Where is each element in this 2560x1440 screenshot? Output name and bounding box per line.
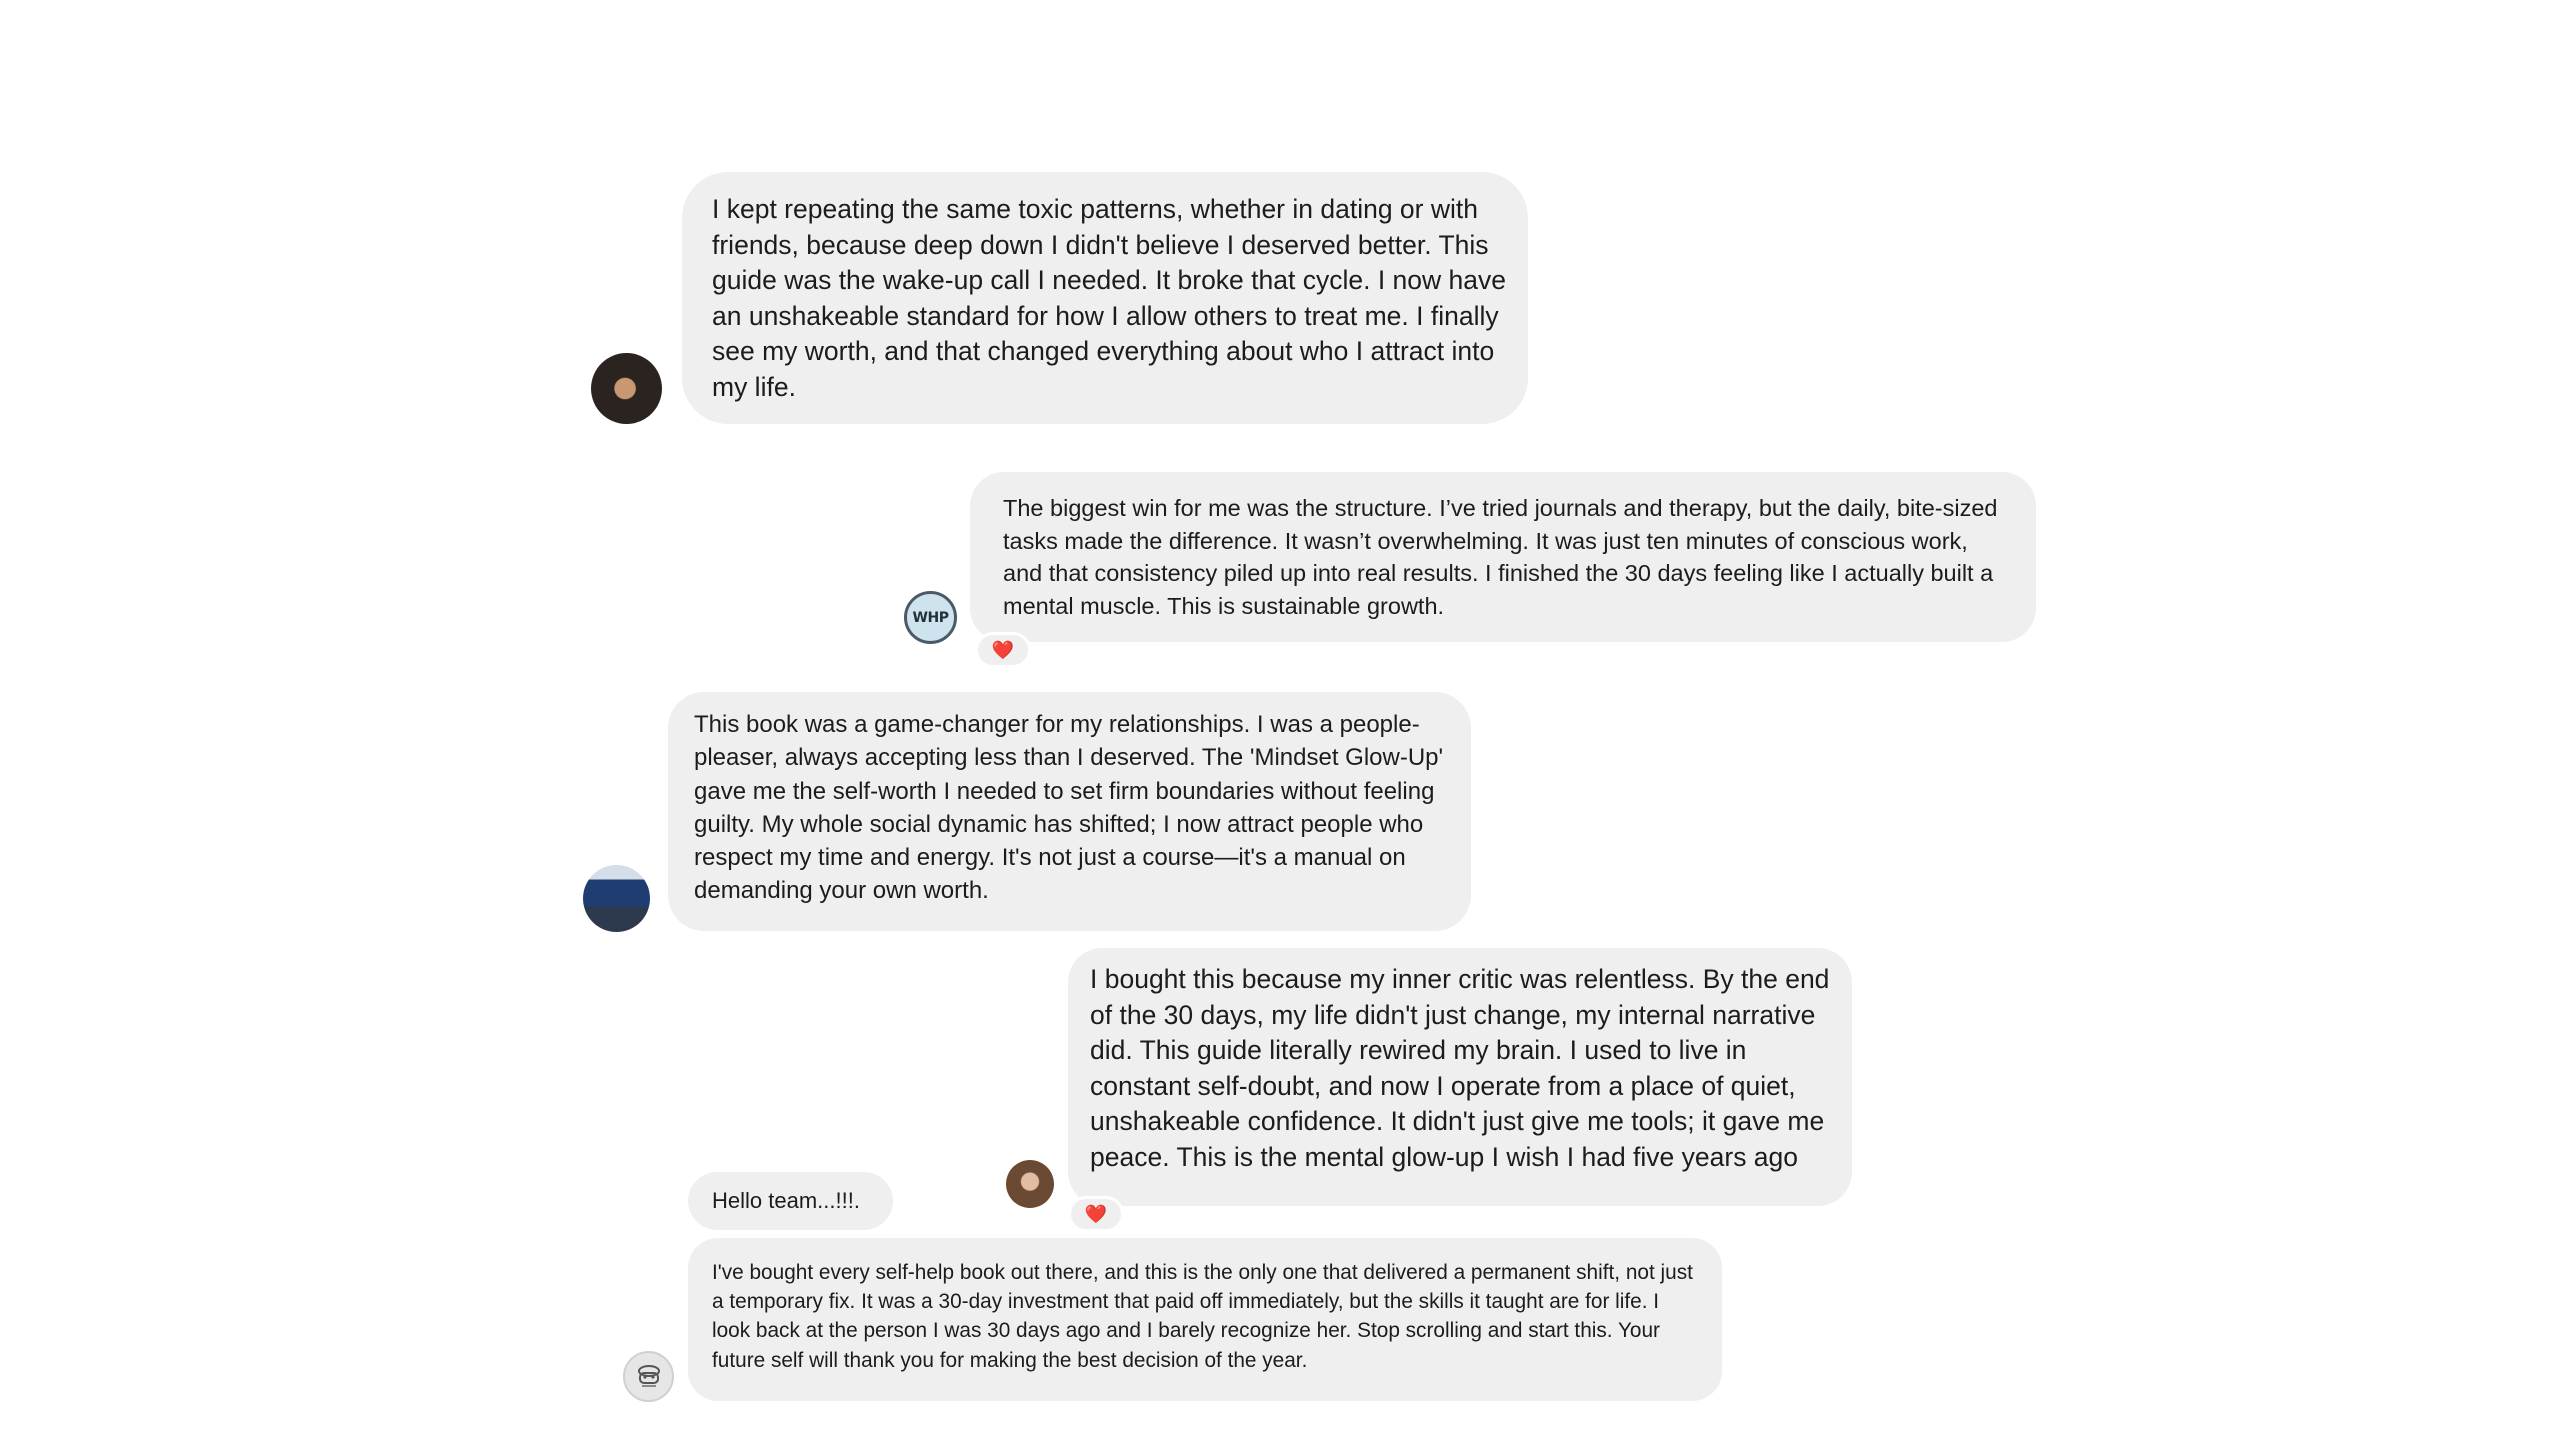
avatar[interactable] — [623, 1351, 674, 1402]
reaction-badge[interactable]: ❤️ — [1068, 1196, 1124, 1232]
message-text: Hello team...!!!. — [712, 1188, 860, 1213]
message-bubble[interactable]: I bought this because my inner critic wa… — [1068, 948, 1852, 1206]
heart-icon: ❤️ — [1084, 1203, 1108, 1224]
message-text: This book was a game-changer for my rela… — [694, 711, 1444, 905]
message-bubble[interactable]: This book was a game-changer for my rela… — [668, 692, 1471, 931]
reaction-badge[interactable]: ❤️ — [975, 632, 1031, 668]
message-bubble[interactable]: I've bought every self-help book out the… — [688, 1238, 1722, 1401]
message-text: I bought this because my inner critic wa… — [1090, 964, 1830, 1172]
avatar[interactable]: WHP — [904, 591, 957, 644]
message-text: The biggest win for me was the structure… — [1003, 495, 1998, 619]
message-text: I've bought every self-help book out the… — [712, 1261, 1693, 1372]
avatar-monogram: WHP — [912, 609, 949, 626]
message-bubble[interactable]: The biggest win for me was the structure… — [970, 472, 2036, 642]
avatar[interactable] — [591, 353, 662, 424]
message-bubble[interactable]: Hello team...!!!. — [688, 1172, 893, 1230]
heart-icon: ❤️ — [991, 639, 1015, 660]
avatar[interactable] — [583, 865, 650, 932]
message-bubble[interactable]: I kept repeating the same toxic patterns… — [682, 172, 1528, 424]
avatar[interactable] — [1006, 1160, 1054, 1208]
message-text: I kept repeating the same toxic patterns… — [712, 194, 1506, 402]
cartoon-character-icon — [637, 1364, 660, 1387]
